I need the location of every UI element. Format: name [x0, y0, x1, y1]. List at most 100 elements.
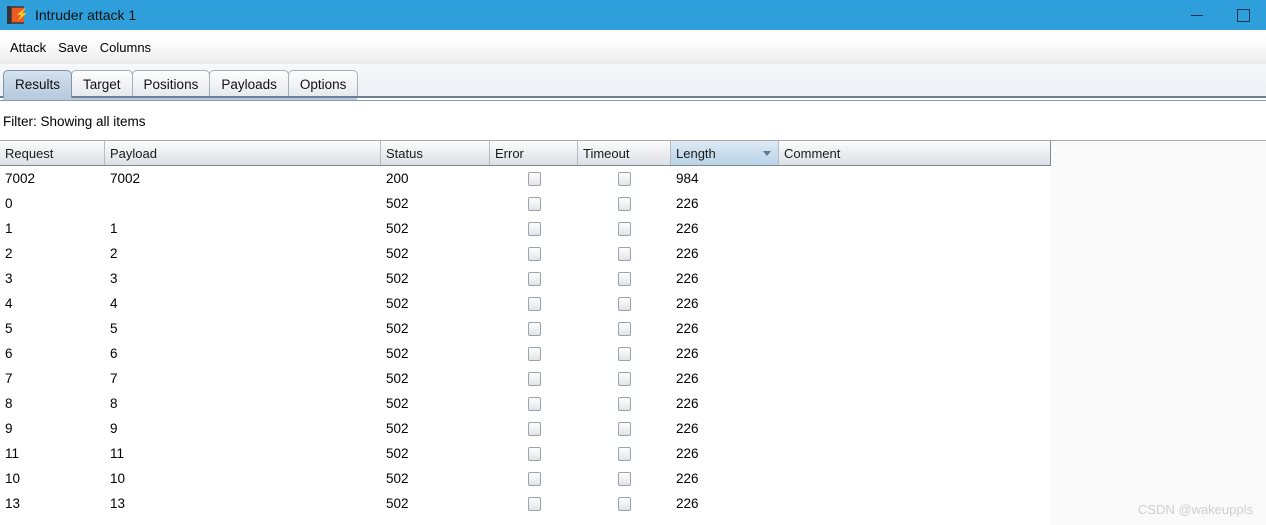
table-row[interactable]: 2 2 502 226 — [0, 241, 1051, 266]
tab-options[interactable]: Options — [287, 70, 359, 98]
cell-timeout[interactable] — [578, 366, 671, 391]
column-header-timeout[interactable]: Timeout — [578, 141, 671, 165]
cell-payload — [105, 191, 381, 216]
tab-results[interactable]: Results — [3, 70, 358, 100]
timeout-checkbox[interactable] — [618, 496, 631, 511]
cell-error[interactable] — [490, 241, 578, 266]
timeout-checkbox[interactable] — [618, 296, 631, 311]
cell-timeout[interactable] — [578, 391, 671, 416]
cell-error[interactable] — [490, 366, 578, 391]
cell-error[interactable] — [490, 216, 578, 241]
cell-error[interactable] — [490, 466, 578, 491]
cell-length: 226 — [671, 241, 779, 266]
error-checkbox[interactable] — [527, 346, 541, 361]
cell-timeout[interactable] — [578, 166, 671, 191]
column-header-request[interactable]: Request — [0, 141, 105, 165]
timeout-checkbox[interactable] — [618, 346, 631, 361]
cell-timeout[interactable] — [578, 241, 671, 266]
error-checkbox[interactable] — [527, 171, 541, 186]
table-row[interactable]: 3 3 502 226 — [0, 266, 1051, 291]
timeout-checkbox[interactable] — [618, 396, 631, 411]
cell-error[interactable] — [490, 291, 578, 316]
table-row[interactable]: 10 10 502 226 — [0, 466, 1051, 491]
error-checkbox[interactable] — [527, 396, 541, 411]
table-row[interactable]: 1 1 502 226 — [0, 216, 1051, 241]
menu-item-save[interactable]: Save — [52, 38, 94, 57]
table-row[interactable]: 0 502 226 — [0, 191, 1051, 216]
column-header-payload[interactable]: Payload — [105, 141, 381, 165]
error-checkbox[interactable] — [527, 471, 541, 486]
timeout-checkbox[interactable] — [618, 221, 631, 236]
tab-target[interactable]: Target — [71, 70, 133, 98]
table-row[interactable]: 9 9 502 226 — [0, 416, 1051, 441]
cell-status: 502 — [381, 191, 490, 216]
cell-value: 226 — [676, 371, 699, 386]
cell-timeout[interactable] — [578, 266, 671, 291]
timeout-checkbox[interactable] — [618, 171, 631, 186]
column-header-comment[interactable]: Comment — [779, 141, 1051, 165]
error-checkbox[interactable] — [527, 371, 541, 386]
cell-timeout[interactable] — [578, 416, 671, 441]
table-row[interactable]: 7 7 502 226 — [0, 366, 1051, 391]
cell-timeout[interactable] — [578, 316, 671, 341]
menu-item-attack[interactable]: Attack — [4, 38, 52, 57]
column-header-length[interactable]: Length — [671, 141, 779, 165]
cell-timeout[interactable] — [578, 491, 671, 516]
table-row[interactable]: 6 6 502 226 — [0, 341, 1051, 366]
error-checkbox[interactable] — [527, 196, 541, 211]
table-row[interactable]: 7002 7002 200 984 — [0, 166, 1051, 191]
cell-error[interactable] — [490, 491, 578, 516]
cell-comment — [779, 391, 1051, 416]
error-checkbox[interactable] — [527, 421, 541, 436]
error-checkbox[interactable] — [527, 321, 541, 336]
timeout-checkbox[interactable] — [618, 321, 631, 336]
cell-error[interactable] — [490, 391, 578, 416]
table-row[interactable]: 13 13 502 226 — [0, 491, 1051, 516]
cell-timeout[interactable] — [578, 466, 671, 491]
timeout-checkbox[interactable] — [618, 471, 631, 486]
table-row[interactable]: 5 5 502 226 — [0, 316, 1051, 341]
cell-error[interactable] — [490, 191, 578, 216]
cell-error[interactable] — [490, 266, 578, 291]
cell-value: 226 — [676, 271, 699, 286]
cell-timeout[interactable] — [578, 191, 671, 216]
error-checkbox[interactable] — [527, 221, 541, 236]
cell-value: 9 — [5, 421, 13, 436]
menu-item-columns[interactable]: Columns — [94, 38, 157, 57]
error-checkbox[interactable] — [527, 496, 541, 511]
cell-timeout[interactable] — [578, 441, 671, 466]
error-checkbox[interactable] — [527, 446, 541, 461]
cell-status: 502 — [381, 391, 490, 416]
tab-payloads[interactable]: Payloads — [209, 70, 289, 98]
column-header-status[interactable]: Status — [381, 141, 490, 165]
timeout-checkbox[interactable] — [618, 271, 631, 286]
timeout-checkbox[interactable] — [618, 246, 631, 261]
error-checkbox[interactable] — [527, 271, 541, 286]
cell-error[interactable] — [490, 416, 578, 441]
tab-positions[interactable]: Positions — [131, 70, 211, 98]
timeout-checkbox[interactable] — [618, 421, 631, 436]
minimize-button[interactable] — [1174, 0, 1220, 30]
cell-error[interactable] — [490, 316, 578, 341]
cell-timeout[interactable] — [578, 216, 671, 241]
timeout-checkbox[interactable] — [618, 371, 631, 386]
cell-error[interactable] — [490, 441, 578, 466]
timeout-checkbox[interactable] — [618, 446, 631, 461]
table-row[interactable]: 11 11 502 226 — [0, 441, 1051, 466]
table-row[interactable]: 8 8 502 226 — [0, 391, 1051, 416]
cell-error[interactable] — [490, 341, 578, 366]
maximize-button[interactable] — [1220, 0, 1266, 30]
filter-bar[interactable]: Filter: Showing all items — [0, 103, 1266, 140]
cell-error[interactable] — [490, 166, 578, 191]
error-checkbox[interactable] — [527, 296, 541, 311]
cell-timeout[interactable] — [578, 341, 671, 366]
timeout-checkbox[interactable] — [618, 196, 631, 211]
column-header-error[interactable]: Error — [490, 141, 578, 165]
cell-request: 2 — [0, 241, 105, 266]
column-header-label: Error — [495, 145, 524, 161]
cell-status: 502 — [381, 291, 490, 316]
table-row[interactable]: 4 4 502 226 — [0, 291, 1051, 316]
cell-payload: 10 — [105, 466, 381, 491]
error-checkbox[interactable] — [527, 246, 541, 261]
cell-timeout[interactable] — [578, 291, 671, 316]
